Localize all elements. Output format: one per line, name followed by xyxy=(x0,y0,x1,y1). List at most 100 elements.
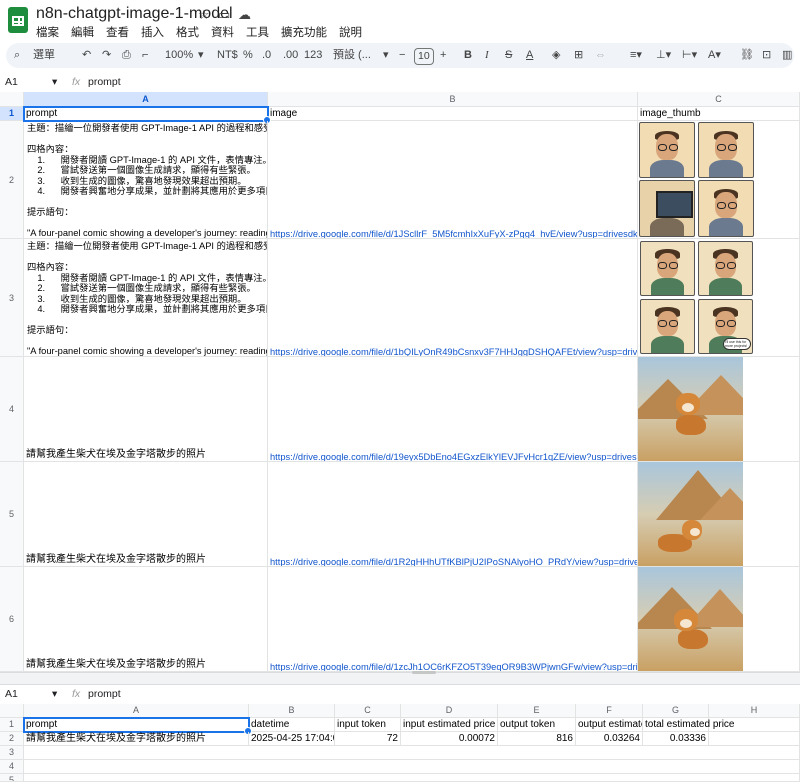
column-header-c[interactable]: C xyxy=(638,92,800,107)
name-box[interactable]: A1 xyxy=(5,688,18,700)
zoom-select[interactable]: 100% xyxy=(165,43,193,68)
text-rotation-icon[interactable]: A▾ xyxy=(708,43,721,68)
cell-d1[interactable]: input estimated price xyxy=(401,718,498,732)
row-header-3[interactable]: 3 xyxy=(0,746,24,760)
cell-c4[interactable] xyxy=(638,357,800,462)
redo-icon[interactable]: ↷ xyxy=(102,43,111,68)
column-header-c[interactable]: C xyxy=(335,704,401,718)
cell-e2[interactable]: 816 xyxy=(498,732,576,746)
undo-icon[interactable]: ↶ xyxy=(82,43,91,68)
borders-icon[interactable]: ⊞ xyxy=(574,43,583,68)
chevron-down-icon[interactable]: ▾ xyxy=(52,688,57,700)
merge-cells-icon[interactable]: ⇔ xyxy=(595,43,606,68)
cell-b2[interactable]: 2025-04-25 17:04:07 xyxy=(249,732,335,746)
comment-icon[interactable]: ⊡ xyxy=(762,43,771,68)
drive-link[interactable]: https://drive.google.com/file/d/1zcJh1OC… xyxy=(270,662,637,671)
column-header-b[interactable]: B xyxy=(249,704,335,718)
cell-c6[interactable] xyxy=(638,567,800,672)
vertical-align-icon[interactable]: ⊥▾ xyxy=(656,43,671,68)
column-header-b[interactable]: B xyxy=(268,92,638,107)
cell-b6[interactable]: https://drive.google.com/file/d/1zcJh1OC… xyxy=(268,567,638,672)
row-header-6[interactable]: 6 xyxy=(0,567,24,672)
chevron-down-icon[interactable]: ▾ xyxy=(52,76,57,88)
cell-b4[interactable]: https://drive.google.com/file/d/19eyx5Db… xyxy=(268,357,638,462)
menu-format[interactable]: 格式 xyxy=(176,24,199,40)
drive-link[interactable]: https://drive.google.com/file/d/1JScllrF… xyxy=(270,229,637,238)
number-format-button[interactable]: 123 xyxy=(304,43,322,68)
column-header-a[interactable]: A xyxy=(24,92,268,107)
cell-c3[interactable]: I'll use this for more projects! xyxy=(638,239,800,357)
increase-decimal-button[interactable]: .00 xyxy=(283,43,298,68)
cell-b1[interactable]: datetime xyxy=(249,718,335,732)
chart-icon[interactable]: ▥ xyxy=(782,43,792,68)
menu-extensions[interactable]: 擴充功能 xyxy=(281,24,327,40)
cell-b3[interactable]: https://drive.google.com/file/d/1bQILyOn… xyxy=(268,239,638,357)
drive-link[interactable]: https://drive.google.com/file/d/1bQILyOn… xyxy=(270,347,637,356)
currency-format-button[interactable]: NT$ xyxy=(217,43,238,68)
menu-view[interactable]: 查看 xyxy=(106,24,129,40)
cell-a6[interactable]: 請幫我產生柴犬在埃及金字塔散步的照片 xyxy=(24,567,268,672)
cell-c2[interactable]: 72 xyxy=(335,732,401,746)
menu-edit[interactable]: 編輯 xyxy=(71,24,94,40)
menu-search-label[interactable]: 選單 xyxy=(33,43,55,68)
column-header-d[interactable]: D xyxy=(401,704,498,718)
menu-insert[interactable]: 插入 xyxy=(141,24,164,40)
menu-tools[interactable]: 工具 xyxy=(246,24,269,40)
font-size-decrease-button[interactable]: − xyxy=(399,43,405,68)
cell-b2[interactable]: https://drive.google.com/file/d/1JScllrF… xyxy=(268,121,638,239)
align-left-icon[interactable]: ≡▾ xyxy=(630,43,642,68)
cell-b5[interactable]: https://drive.google.com/file/d/1R2gHHhU… xyxy=(268,462,638,567)
cell-e1[interactable]: output token xyxy=(498,718,576,732)
text-color-icon[interactable]: A xyxy=(526,43,533,68)
cell-c2[interactable] xyxy=(638,121,800,239)
name-box[interactable]: A1 xyxy=(5,76,18,88)
italic-icon[interactable]: I xyxy=(485,43,489,68)
column-header-g[interactable]: G xyxy=(643,704,709,718)
menu-file[interactable]: 檔案 xyxy=(36,24,59,40)
formula-input[interactable]: prompt xyxy=(88,688,121,700)
column-header-a[interactable]: A xyxy=(24,704,249,718)
cell-f2[interactable]: 0.03264 xyxy=(576,732,643,746)
cell-h2[interactable] xyxy=(709,732,800,746)
resize-handle[interactable] xyxy=(412,671,436,674)
chevron-down-icon[interactable]: ▾ xyxy=(198,43,204,68)
row-header-2[interactable]: 2 xyxy=(0,732,24,746)
column-header-h[interactable]: H xyxy=(709,704,800,718)
cell-f1[interactable]: output estimated xyxy=(576,718,643,732)
search-icon[interactable]: ⌕ xyxy=(14,43,20,68)
link-icon[interactable]: ⛓ xyxy=(740,43,754,68)
menu-help[interactable]: 說明 xyxy=(339,24,362,40)
cell-b1[interactable]: image xyxy=(268,107,638,121)
strikethrough-icon[interactable]: S xyxy=(505,43,512,68)
paint-format-icon[interactable]: ⌐ xyxy=(142,43,148,68)
decrease-decimal-button[interactable]: .0 xyxy=(262,43,271,68)
cell-a3[interactable]: 主題：描繪一位開發者使用 GPT-Image-1 API 的過程和感受。 四格內… xyxy=(24,239,268,357)
drive-link[interactable]: https://drive.google.com/file/d/1R2gHHhU… xyxy=(270,557,637,566)
row-header-4[interactable]: 4 xyxy=(0,760,24,774)
cell-d2[interactable]: 0.00072 xyxy=(401,732,498,746)
column-header-e[interactable]: E xyxy=(498,704,576,718)
drive-link[interactable]: https://drive.google.com/file/d/19eyx5Db… xyxy=(270,452,637,461)
column-header-f[interactable]: F xyxy=(576,704,643,718)
font-size-input[interactable]: 10 xyxy=(414,48,434,65)
cell-a5[interactable]: 請幫我產生柴犬在埃及金字塔散步的照片 xyxy=(24,462,268,567)
cell-h1[interactable] xyxy=(709,718,800,732)
cell-c1[interactable]: image_thumb xyxy=(638,107,800,121)
font-select[interactable]: 預設 (... xyxy=(333,43,371,68)
star-icon[interactable]: ☆ xyxy=(198,7,210,23)
print-icon[interactable]: ⎙ xyxy=(122,43,131,68)
cell-c5[interactable] xyxy=(638,462,800,567)
row-header-5[interactable]: 5 xyxy=(0,774,24,782)
cell-a2[interactable]: 請幫我產生柴犬在埃及金字塔散步的照片 xyxy=(24,732,249,746)
sheets-logo-icon[interactable] xyxy=(8,7,28,33)
row-header-3[interactable]: 3 xyxy=(0,239,24,357)
bold-icon[interactable]: B xyxy=(464,43,472,68)
chevron-down-icon[interactable]: ▾ xyxy=(383,43,389,68)
select-all-corner[interactable] xyxy=(0,92,24,107)
move-folder-icon[interactable]: ▭ xyxy=(218,7,230,23)
menu-data[interactable]: 資料 xyxy=(211,24,234,40)
percent-format-button[interactable]: % xyxy=(243,43,253,68)
cell-g1[interactable]: total estimated price xyxy=(643,718,735,732)
fill-color-icon[interactable]: ◈ xyxy=(552,43,560,68)
cell-g2[interactable]: 0.03336 xyxy=(643,732,709,746)
